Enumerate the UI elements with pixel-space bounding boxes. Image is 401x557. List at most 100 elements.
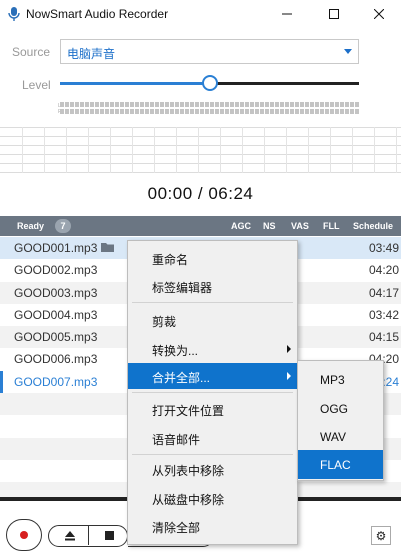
meter-segment [330, 109, 334, 114]
eject-icon[interactable] [65, 531, 75, 541]
meter-segment [290, 109, 294, 114]
meter-segment [95, 102, 99, 107]
meter-segment [145, 102, 149, 107]
meter-segment [135, 102, 139, 107]
meter-segment [215, 102, 219, 107]
column-ns[interactable]: NS [263, 221, 276, 231]
meter-segment [225, 102, 229, 107]
record-button[interactable] [6, 519, 42, 551]
column-agc[interactable]: AGC [231, 221, 251, 231]
minimize-button[interactable] [264, 0, 310, 28]
meter-segment [90, 102, 94, 107]
meter-segment [230, 109, 234, 114]
meter-segment [60, 109, 64, 114]
close-button[interactable] [356, 0, 401, 28]
meter-segment [95, 109, 99, 114]
divider [88, 526, 89, 545]
meter-segment [340, 109, 344, 114]
submenu-arrow-icon [287, 372, 291, 380]
meter-segment [110, 109, 114, 114]
level-slider-thumb[interactable] [201, 75, 218, 91]
level-meter-left [60, 102, 359, 107]
menu-item-delete-from-disk[interactable]: 从磁盘中移除 [128, 485, 297, 511]
meter-segment [60, 102, 64, 107]
meter-segment [125, 102, 129, 107]
waveform-grid [0, 127, 401, 173]
meter-segment [355, 109, 359, 114]
submenu-item-ogg[interactable]: OGG [298, 394, 383, 423]
menu-separator [132, 392, 293, 393]
file-count-badge: 7 [55, 219, 71, 233]
meter-segment [185, 109, 189, 114]
menu-item-tag-editor[interactable]: 标签编辑器 [128, 273, 297, 299]
meter-segment [320, 102, 324, 107]
file-name: GOOD002.mp3 [14, 263, 98, 278]
meter-segment [115, 102, 119, 107]
meter-segment [350, 109, 354, 114]
menu-item-convert[interactable]: 转换为... [128, 336, 297, 362]
column-fll[interactable]: FLL [323, 221, 340, 231]
menu-item-trim[interactable]: 剪裁 [128, 307, 297, 333]
menu-item-voice-mail[interactable]: 语音邮件 [128, 425, 297, 451]
meter-segment [165, 109, 169, 114]
file-name: GOOD003.mp3 [14, 285, 98, 300]
meter-segment [85, 109, 89, 114]
meter-segment [350, 102, 354, 107]
menu-item-clear-all[interactable]: 清除全部 [128, 513, 297, 539]
meter-segment [325, 109, 329, 114]
active-marker [0, 370, 3, 394]
meter-segment [130, 109, 134, 114]
folder-icon[interactable] [101, 242, 115, 253]
submenu-item-flac[interactable]: FLAC [298, 450, 383, 479]
meter-segment [80, 109, 84, 114]
menu-item-open-location[interactable]: 打开文件位置 [128, 396, 297, 422]
meter-segment [65, 109, 69, 114]
file-name: GOOD001.mp3 [14, 241, 98, 255]
meter-segment [170, 109, 174, 114]
meter-segment [145, 109, 149, 114]
menu-item-remove-from-list[interactable]: 从列表中移除 [128, 456, 297, 482]
settings-button[interactable]: ⚙ [371, 526, 391, 545]
maximize-button[interactable] [311, 0, 357, 28]
meter-segment [315, 109, 319, 114]
meter-segment [255, 102, 259, 107]
meter-segment [265, 109, 269, 114]
source-dropdown[interactable]: 电脑声音 [60, 39, 359, 64]
meter-segment [110, 102, 114, 107]
meter-segment [220, 109, 224, 114]
meter-segment [70, 109, 74, 114]
meter-segment [300, 102, 304, 107]
ready-label: Ready [17, 221, 45, 231]
meter-segment [125, 109, 129, 114]
menu-item-merge-all[interactable]: 合并全部... [128, 363, 297, 389]
meter-segment [300, 109, 304, 114]
meter-segment [100, 109, 104, 114]
meter-segment [315, 102, 319, 107]
meter-segment [240, 102, 244, 107]
column-schedule[interactable]: Schedule [353, 221, 393, 231]
meter-segment [345, 109, 349, 114]
minimize-icon [282, 13, 292, 15]
level-label: Level [22, 78, 51, 92]
meter-segment [180, 102, 184, 107]
menu-item-rename[interactable]: 重命名 [128, 245, 297, 271]
meter-segment [295, 109, 299, 114]
level-meter-right [60, 109, 359, 114]
meter-segment [320, 109, 324, 114]
file-duration: 04:17 [368, 285, 399, 300]
source-value: 电脑声音 [67, 47, 116, 61]
meter-segment [250, 109, 254, 114]
meter-segment [275, 102, 279, 107]
stop-icon[interactable] [105, 531, 114, 540]
meter-segment [175, 109, 179, 114]
meter-segment [235, 109, 239, 114]
meter-segment [155, 102, 159, 107]
meter-segment [180, 109, 184, 114]
submenu-item-mp3[interactable]: MP3 [298, 365, 383, 394]
meter-segment [70, 102, 74, 107]
submenu-item-wav[interactable]: WAV [298, 422, 383, 451]
meter-segment [135, 109, 139, 114]
column-vas[interactable]: VAS [291, 221, 309, 231]
meter-segment [325, 102, 329, 107]
meter-segment [255, 109, 259, 114]
